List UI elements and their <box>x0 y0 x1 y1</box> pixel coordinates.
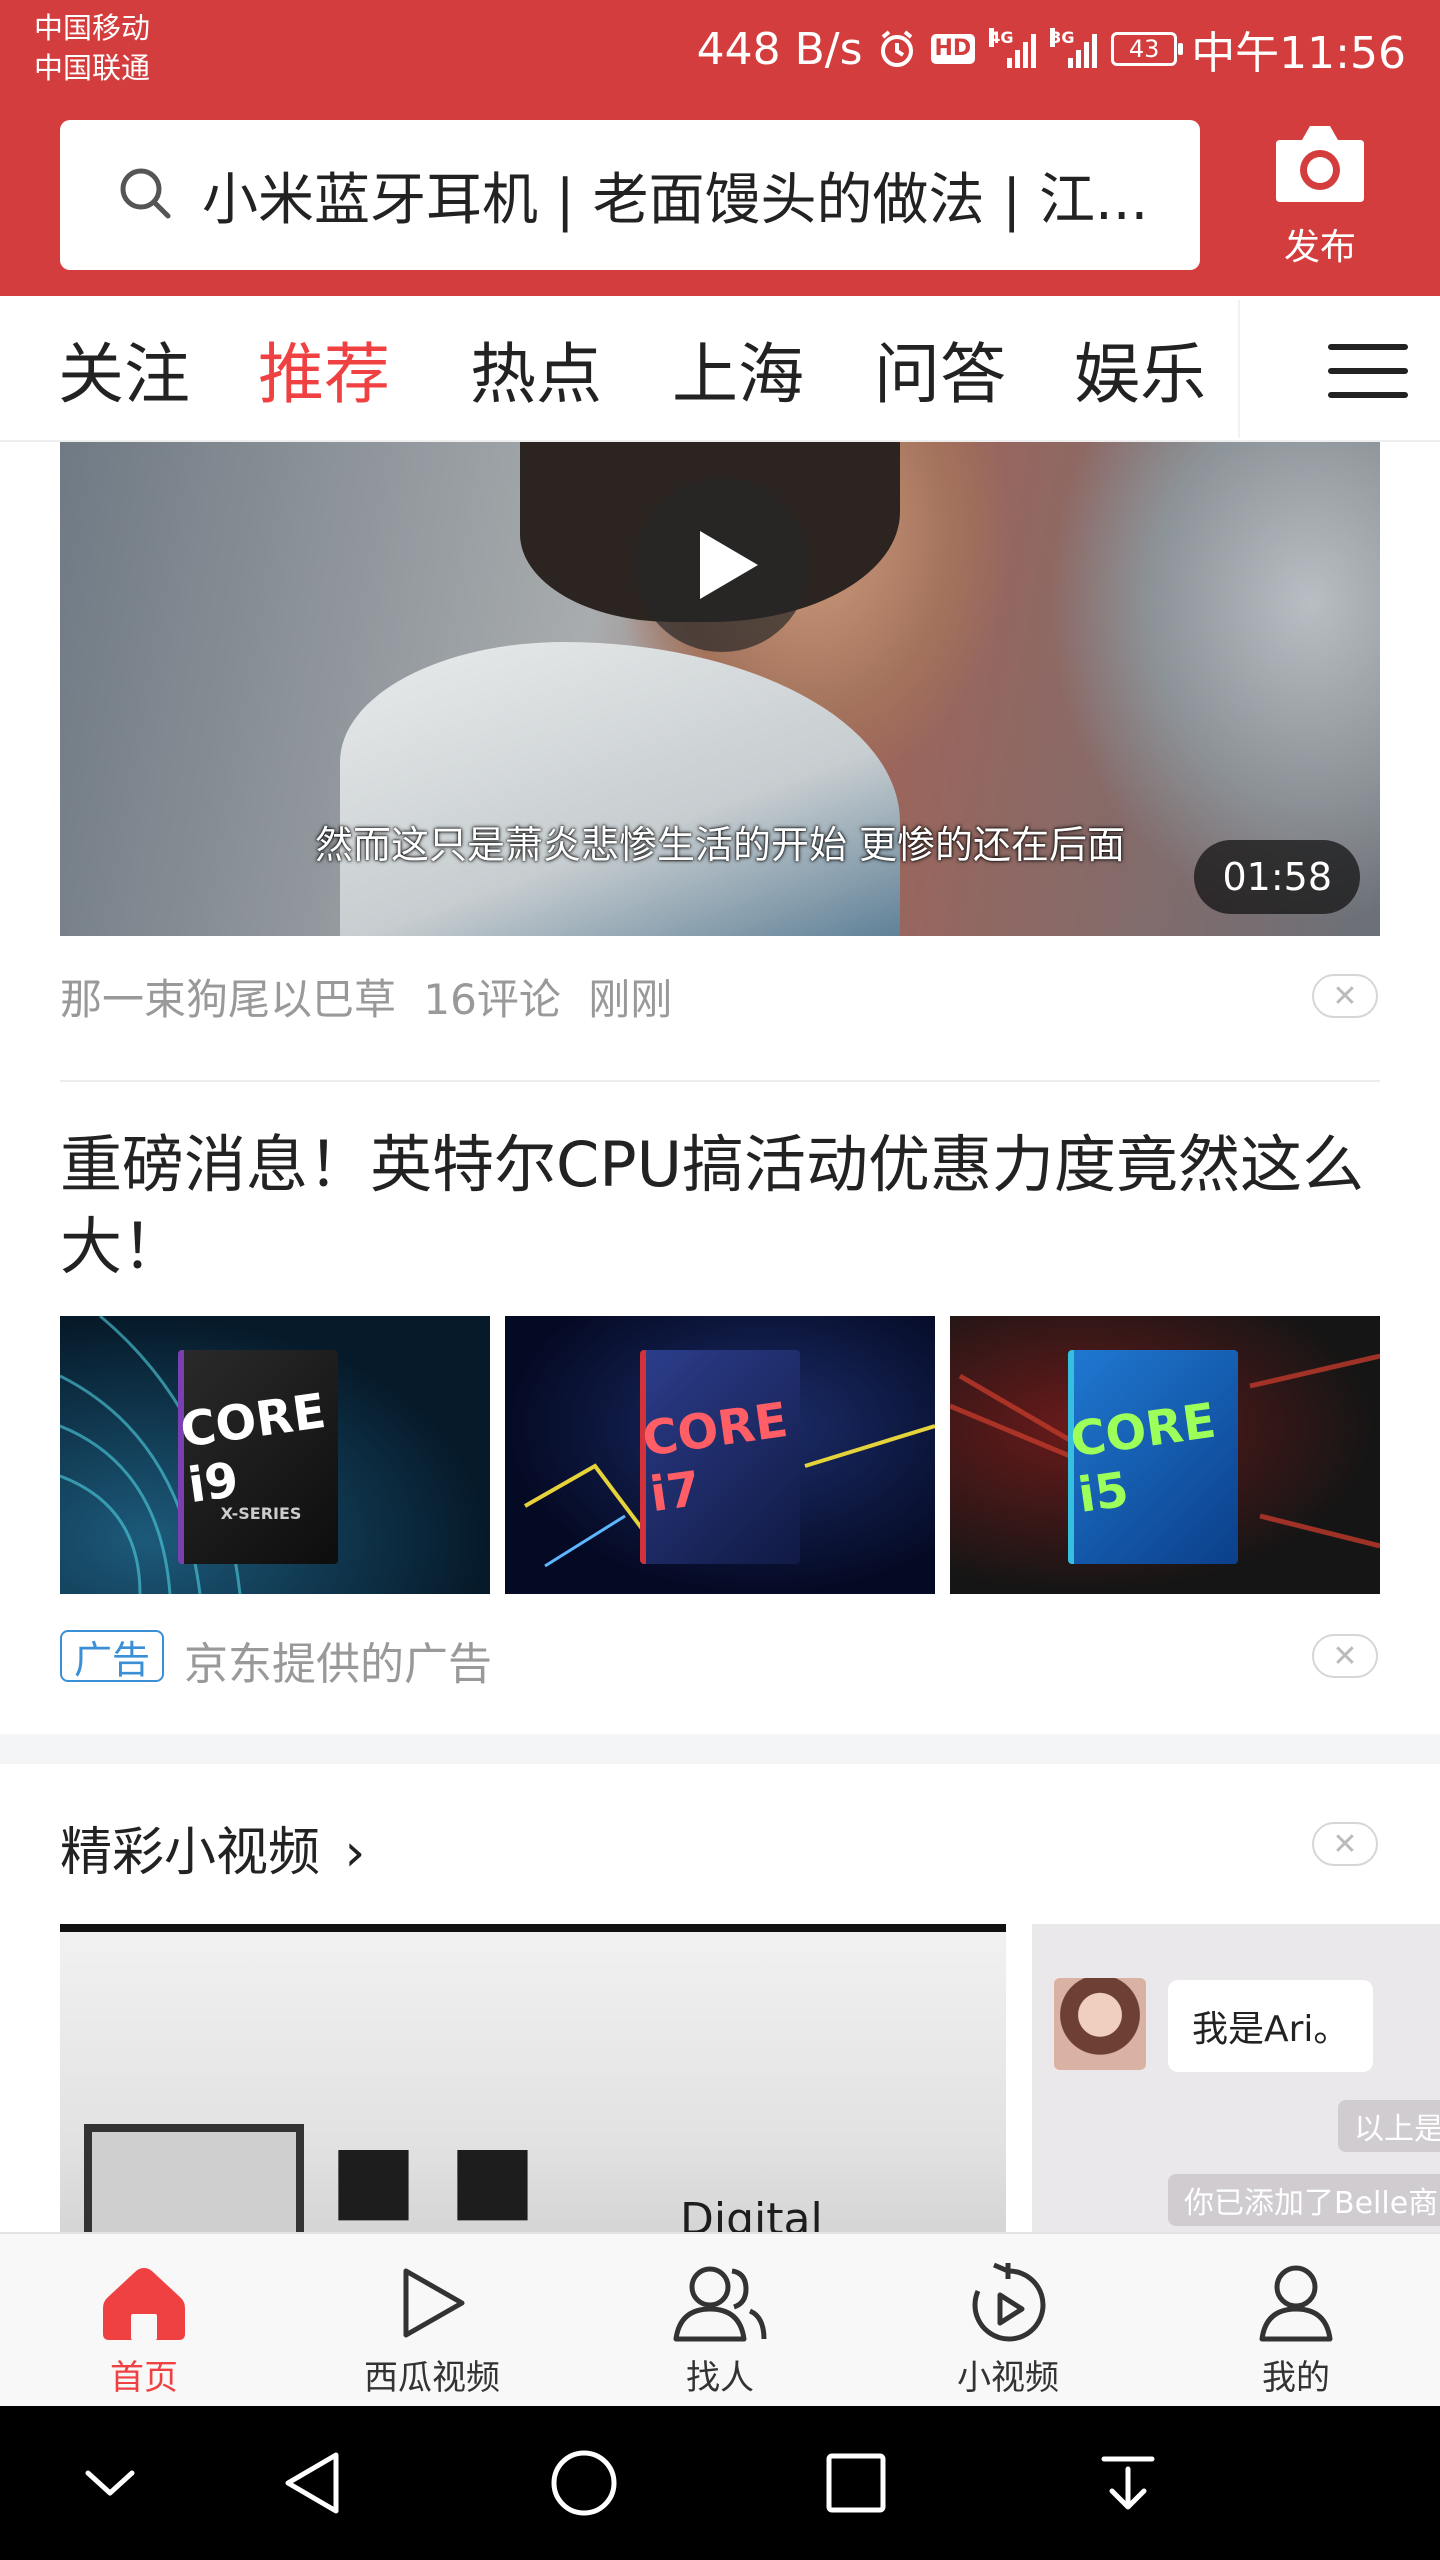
net-type-1: 4G <box>989 28 1014 47</box>
channel-menu-icon[interactable] <box>1328 336 1408 406</box>
play-outline-icon <box>392 2260 472 2346</box>
recents-icon[interactable] <box>776 2406 936 2560</box>
tab-entertainment[interactable]: 娱乐 <box>1074 296 1206 442</box>
ad-image-1[interactable]: CORE i9 X-SERIES <box>60 1316 490 1594</box>
net-type-2: 3G <box>1050 28 1075 47</box>
tab-hot[interactable]: 热点 <box>470 296 602 442</box>
nav-xigua-video[interactable]: 西瓜视频 <box>288 2234 576 2408</box>
nav-small-video[interactable]: 小视频 <box>864 2234 1152 2408</box>
comment-count: 16评论 <box>423 975 561 1024</box>
chat-system-text: 你已添加了Belle商 <box>1168 2174 1440 2226</box>
post-time: 刚刚 <box>588 975 673 1024</box>
signal-3g-icon: 3G <box>1050 28 1098 68</box>
cpu-label-2: CORE i7 <box>638 1391 792 1524</box>
nav-find-people[interactable]: 找人 <box>576 2234 864 2408</box>
nav-label: 首页 <box>110 2358 178 2398</box>
carrier-1: 中国移动 <box>34 11 151 45</box>
ad-badge: 广告 <box>60 1630 165 1682</box>
video-meta: 那一束狗尾以巴草 16评论 刚刚 <box>60 966 672 1027</box>
bottom-navigation: 首页 西瓜视频 找人 小视频 我的 <box>0 2232 1440 2406</box>
tab-recommended[interactable]: 推荐 <box>258 296 390 442</box>
tab-shanghai[interactable]: 上海 <box>672 296 804 442</box>
dismiss-button[interactable]: ✕ <box>1312 1634 1378 1678</box>
video-duration: 01:58 <box>1194 840 1360 914</box>
search-suggestion-text: 小米蓝牙耳机 | 老面馒头的做法 | 江... <box>202 167 1149 233</box>
nav-label: 找人 <box>686 2358 754 2398</box>
dismiss-button[interactable]: ✕ <box>1312 974 1378 1018</box>
tab-follow[interactable]: 关注 <box>58 296 190 442</box>
play-icon[interactable] <box>635 478 809 652</box>
small-video-icon <box>968 2260 1048 2346</box>
tab-fade-divider <box>1238 300 1268 438</box>
nav-label: 我的 <box>1262 2358 1330 2398</box>
publish-label: 发布 <box>1283 227 1356 268</box>
person-icon <box>1256 2260 1336 2346</box>
video-subtitle: 然而这只是萧炎悲惨生活的开始 更惨的还在后面 <box>314 823 1126 867</box>
chevron-right-icon: › <box>344 1823 366 1883</box>
camera-icon <box>1272 126 1368 210</box>
nav-profile[interactable]: 我的 <box>1152 2234 1440 2408</box>
status-indicators: 448 B/s HD 4G 3G 43 中午11:56 <box>697 16 1406 82</box>
card-caption: Digital <box>680 2194 823 2234</box>
back-icon[interactable] <box>232 2406 392 2560</box>
search-input[interactable]: 小米蓝牙耳机 | 老面馒头的做法 | 江... <box>60 120 1200 270</box>
alarm-icon <box>877 29 917 69</box>
ad-title[interactable]: 重磅消息！英特尔CPU搞活动优惠力度竟然这么大！ <box>60 1124 1380 1288</box>
divider <box>60 1080 1380 1082</box>
carrier-2: 中国联通 <box>34 51 151 85</box>
dismiss-button[interactable]: ✕ <box>1312 1822 1378 1866</box>
people-icon <box>672 2260 768 2346</box>
nav-label: 西瓜视频 <box>364 2358 500 2398</box>
header: 中国移动 中国联通 448 B/s HD 4G 3G 43 中午11:56 小米… <box>0 0 1440 296</box>
avatar <box>1054 1978 1146 2070</box>
battery-level: 43 <box>1128 35 1160 63</box>
ad-source: 京东提供的广告 <box>184 1639 492 1690</box>
clock: 中午11:56 <box>1191 28 1406 79</box>
tab-qa[interactable]: 问答 <box>874 296 1006 442</box>
ad-image-2[interactable]: CORE i7 <box>505 1316 935 1594</box>
notification-pull-icon[interactable] <box>1048 2406 1208 2560</box>
net-speed: 448 B/s <box>696 23 863 75</box>
carrier-info: 中国移动 中国联通 <box>34 8 150 88</box>
small-video-section-title[interactable]: 精彩小视频 › <box>60 1810 365 1885</box>
cpu-label-1: CORE i9 <box>176 1382 330 1514</box>
battery-icon: 43 <box>1111 32 1184 66</box>
video-thumbnail[interactable]: 然而这只是萧炎悲惨生活的开始 更惨的还在后面 01:58 <box>60 442 1380 936</box>
small-video-card[interactable]: ■ ■ Digital <box>60 1924 1006 2234</box>
small-video-card[interactable]: 我是Ari。 以上是 你已添加了Belle商 <box>1032 1924 1440 2234</box>
hd-badge: HD <box>930 34 976 64</box>
chat-bubble: 我是Ari。 <box>1168 1980 1374 2072</box>
section-title-text: 精彩小视频 <box>60 1823 321 1883</box>
home-button-icon[interactable] <box>504 2406 664 2560</box>
author-name[interactable]: 那一束狗尾以巴草 <box>60 975 396 1024</box>
hide-nav-icon[interactable] <box>30 2406 190 2560</box>
system-navigation-bar <box>0 2406 1440 2560</box>
section-separator <box>0 1734 1440 1764</box>
nav-label: 小视频 <box>957 2358 1059 2398</box>
publish-button[interactable]: 发布 <box>1240 120 1400 280</box>
signal-4g-icon: 4G <box>989 28 1037 68</box>
cpu-label-3: CORE i5 <box>1067 1392 1220 1524</box>
nav-home[interactable]: 首页 <box>0 2234 288 2408</box>
search-icon <box>116 164 174 226</box>
home-icon <box>101 2260 187 2346</box>
channel-tabs: 关注 推荐 热点 上海 问答 娱乐 <box>0 296 1440 442</box>
chat-system-text: 以上是 <box>1338 2100 1440 2152</box>
ad-image-3[interactable]: CORE i5 <box>950 1316 1380 1594</box>
